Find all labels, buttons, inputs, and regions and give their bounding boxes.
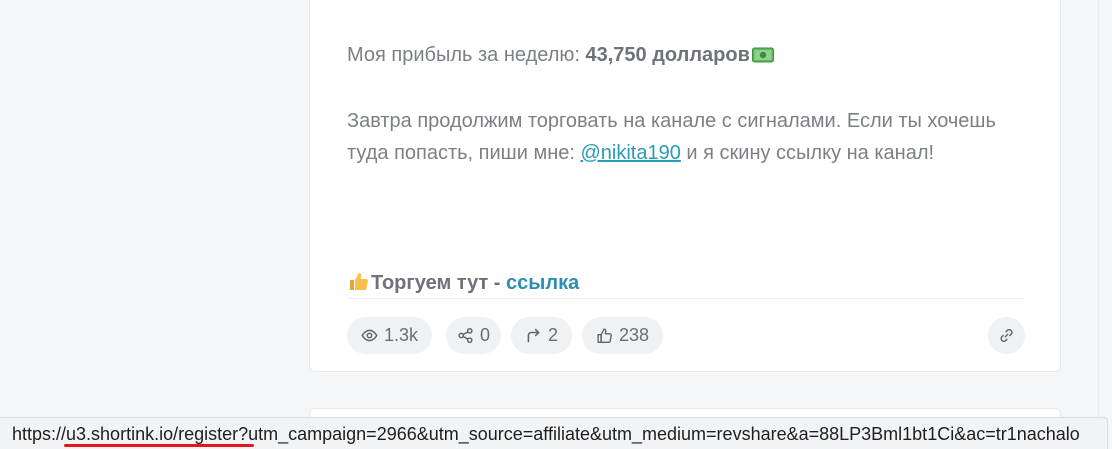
plan-text-2: и я скину ссылку на канал! [680,142,935,164]
thumbs-up-icon [347,270,369,292]
share-button[interactable]: 0 [446,317,501,354]
likes-count: 238 [618,325,650,345]
profit-value: 43,750 долларов [585,44,750,66]
trade-link[interactable]: ссылка [506,272,579,294]
repost-button[interactable]: 2 [511,317,572,354]
views-count: 1.3k [383,325,419,345]
reposts-count: 2 [547,325,558,345]
profit-prefix: Моя прибыль за неделю: [347,44,586,66]
trade-line: Торгуем тут - ссылка [347,267,579,299]
highlight-underline [64,444,254,447]
link-icon [1000,329,1013,342]
shares-count: 0 [479,325,490,345]
like-button[interactable]: 238 [582,317,663,354]
scrollbar-track[interactable] [1098,0,1112,449]
repost-icon [527,328,540,343]
views-button[interactable]: 1.3k [347,317,432,354]
eye-icon [361,329,378,342]
mention-link[interactable]: @nikita190 [580,142,680,164]
divider [347,298,1025,299]
status-url: https://u3.shortink.io/register?utm_camp… [12,424,1080,444]
copy-link-button[interactable] [988,317,1025,354]
profit-line: Моя прибыль за неделю: 43,750 долларов [347,39,774,71]
money-icon [751,41,774,63]
page: Моя прибыль за неделю: 43,750 долларов З… [0,0,1112,449]
share-icon [458,327,473,344]
plan-paragraph: Завтра продолжим торговать на канале с с… [347,105,997,169]
like-icon [597,328,612,343]
trade-prefix: Торгуем тут - [371,272,507,294]
post-card: Моя прибыль за неделю: 43,750 долларов З… [309,0,1061,372]
